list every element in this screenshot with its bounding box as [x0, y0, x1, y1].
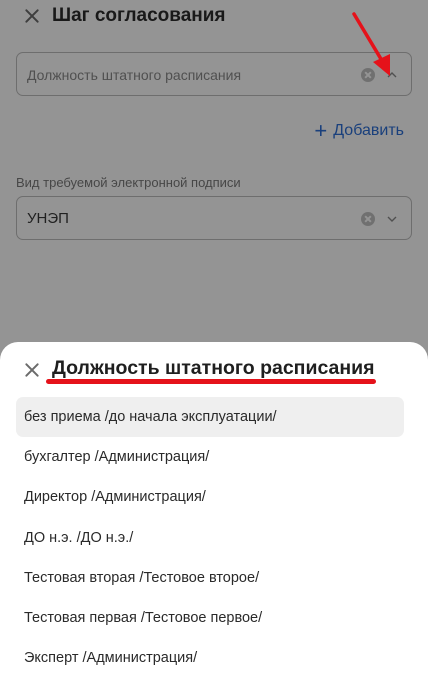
screen: Шаг согласования Должность штатного расп… [0, 0, 428, 693]
list-item[interactable]: бухгалтер /Администрация/ [16, 437, 404, 477]
list-item[interactable]: Тестовая первая /Тестовое первое/ [16, 598, 404, 638]
list-item[interactable]: Директор /Администрация/ [16, 477, 404, 517]
list-item[interactable]: Тестовая вторая /Тестовое второе/ [16, 558, 404, 598]
annotation-arrow-icon [352, 12, 390, 76]
list-item[interactable]: без приема /до начала эксплуатации/ [16, 397, 404, 437]
annotation-underline [46, 379, 376, 384]
option-list: без приема /до начала эксплуатации/ бухг… [16, 397, 404, 678]
sheet-title: Должность штатного расписания [52, 357, 375, 379]
position-picker-sheet: Должность штатного расписания без приема… [0, 342, 428, 693]
list-item[interactable]: Эксперт /Администрация/ [16, 638, 404, 678]
close-icon[interactable] [24, 362, 40, 378]
list-item[interactable]: ДО н.э. /ДО н.э./ [16, 518, 404, 558]
